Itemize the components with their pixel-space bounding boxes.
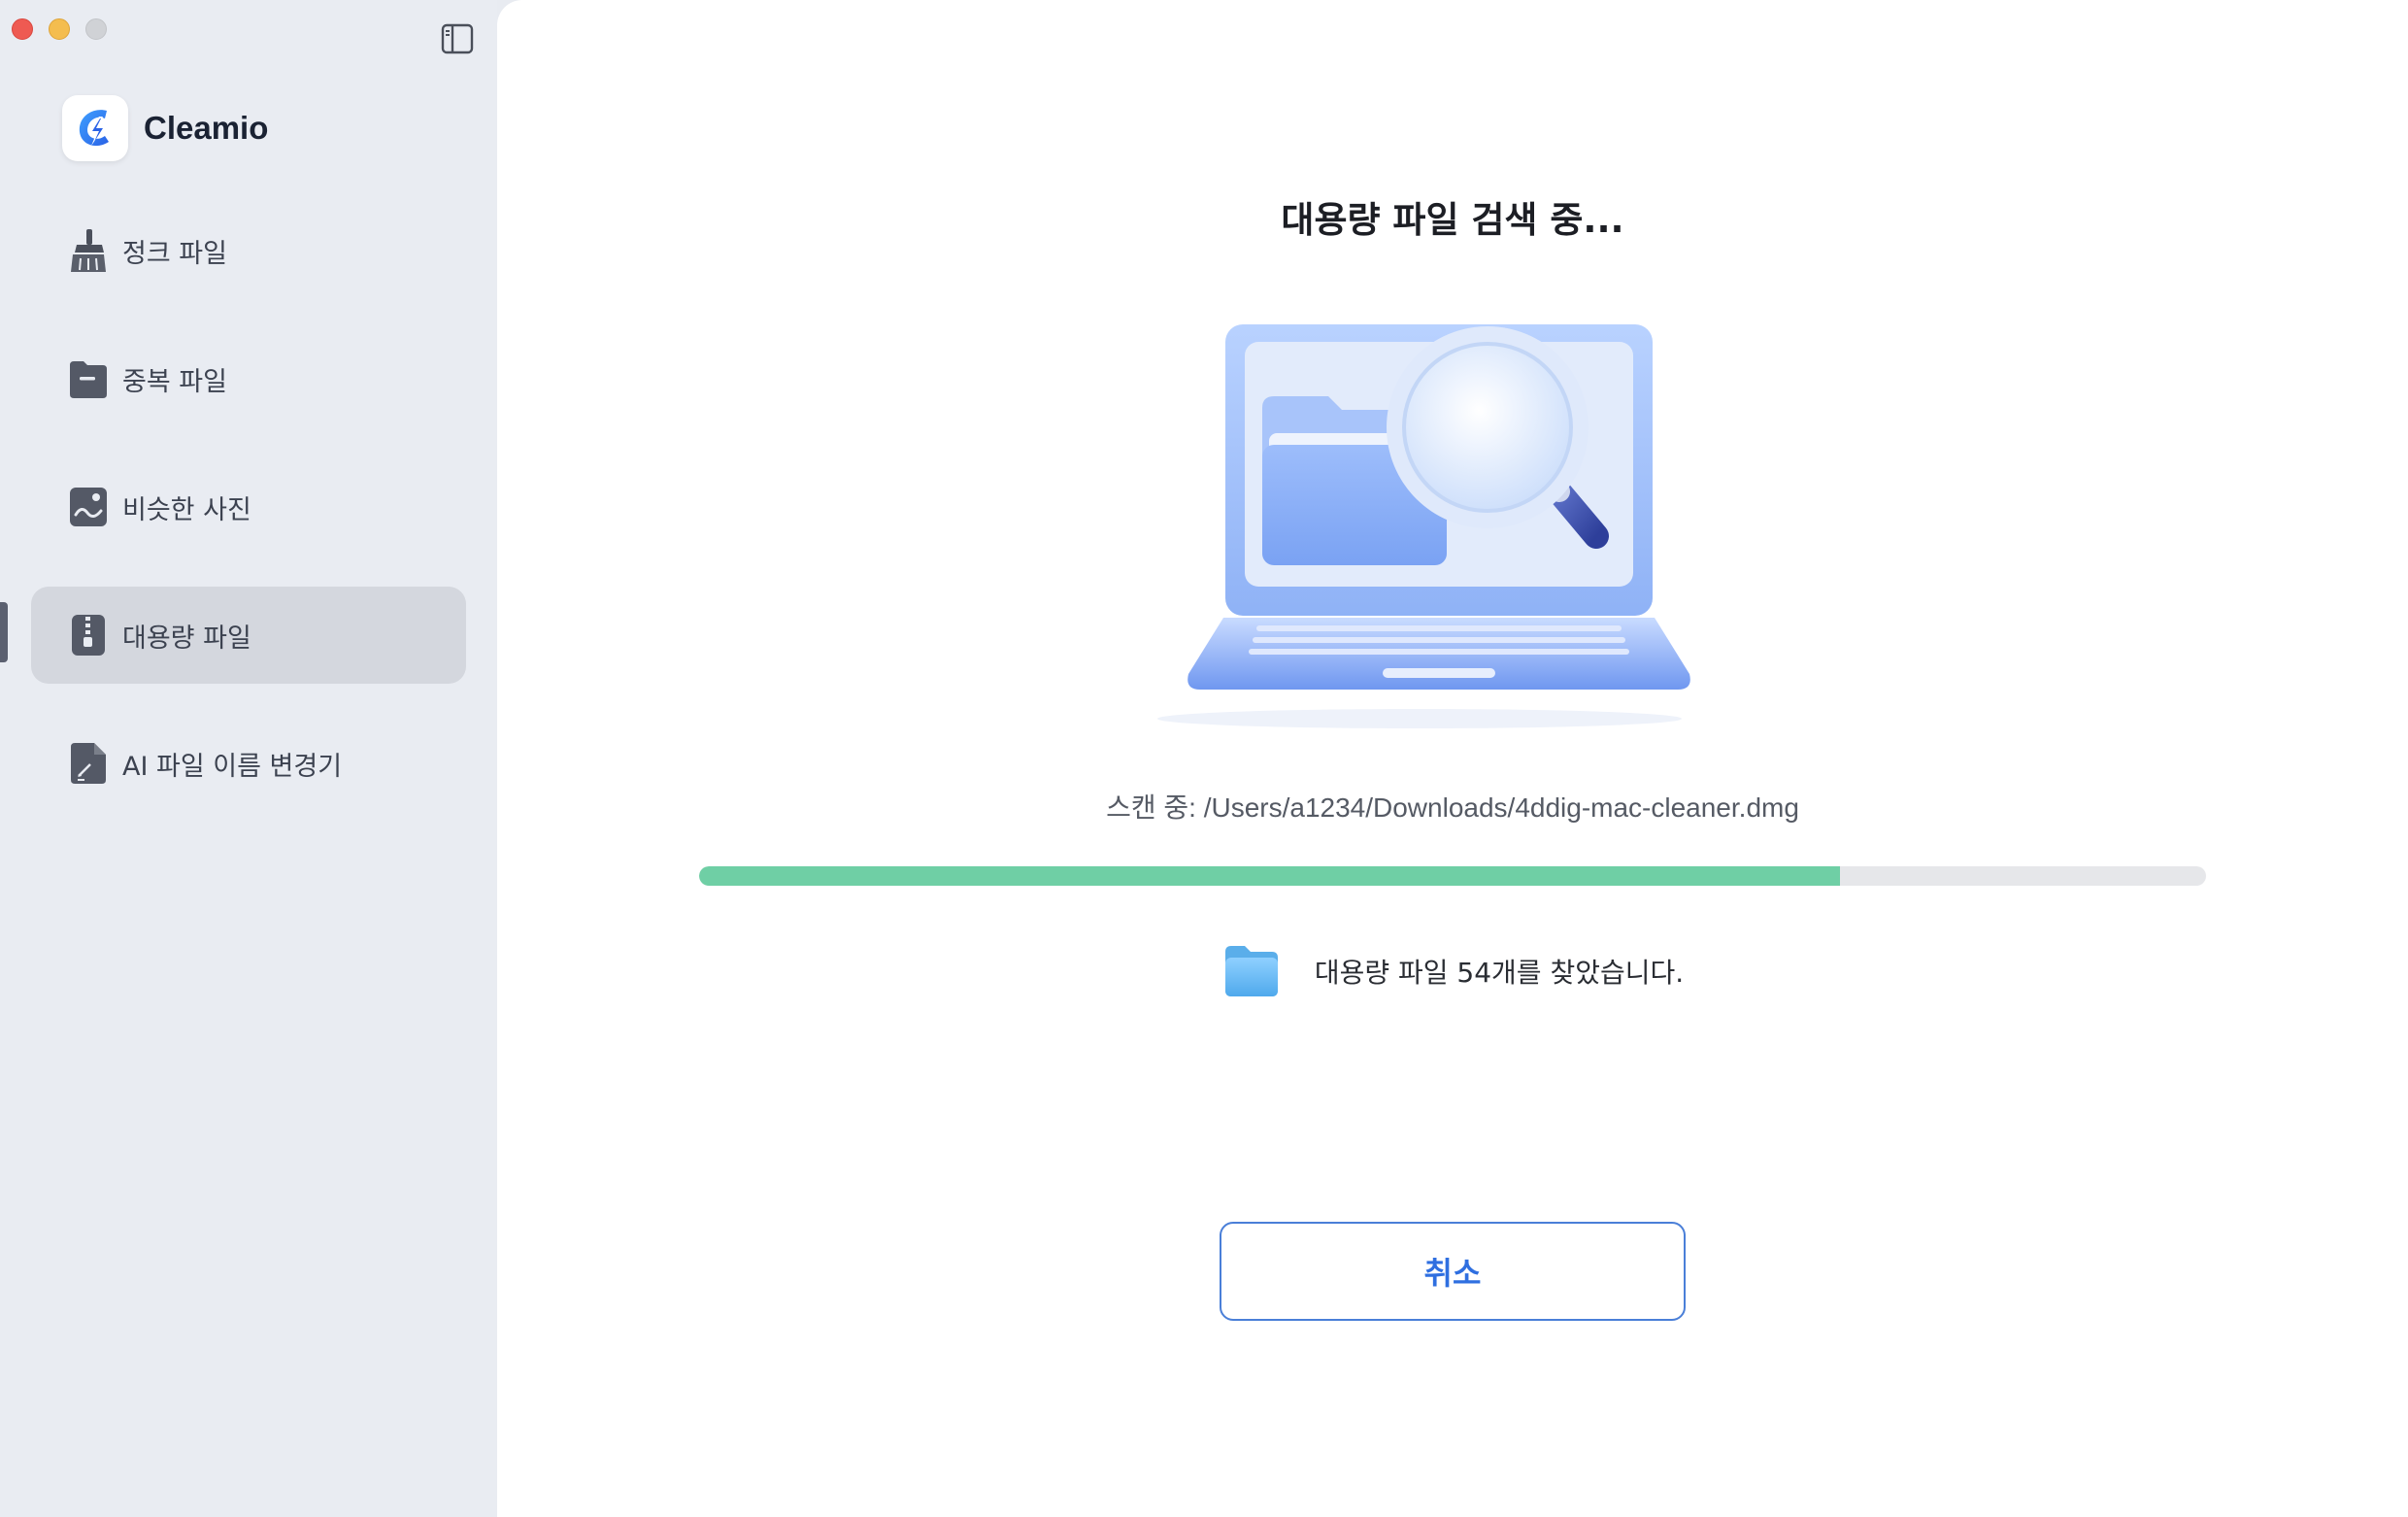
- sidebar-item-large-files[interactable]: 대용량 파일: [31, 587, 466, 684]
- minimize-window-button[interactable]: [49, 18, 70, 40]
- scan-progress-bar: [699, 866, 2206, 886]
- scan-progress-fill: [699, 866, 1840, 886]
- found-files-text: 대용량 파일 54개를 찾았습니다.: [1314, 957, 1685, 989]
- app-window: Cleamio 정크 파일 중복 파일 비슷한 사진 대용량 파일 AI 파일 …: [0, 0, 2408, 1517]
- sidebar-item-similar-photos[interactable]: 비슷한 사진: [31, 458, 466, 556]
- file-rename-icon: [68, 740, 109, 787]
- folder-icon: [1221, 942, 1282, 1000]
- laptop-search-illustration: [1002, 282, 1895, 748]
- folder-minus-icon: [68, 355, 109, 402]
- brand: Cleamio: [62, 95, 268, 161]
- sidebar: Cleamio 정크 파일 중복 파일 비슷한 사진 대용량 파일 AI 파일 …: [0, 0, 497, 1517]
- photo-icon: [68, 484, 109, 530]
- found-files-row: 대용량 파일 54개를 찾았습니다.: [497, 942, 2408, 1000]
- sidebar-item-label: 비슷한 사진: [122, 494, 251, 525]
- zoom-window-button[interactable]: [85, 18, 107, 40]
- sidebar-nav: 정크 파일 중복 파일 비슷한 사진 대용량 파일 AI 파일 이름 변경기: [31, 202, 466, 843]
- sidebar-item-label: 중복 파일: [122, 366, 227, 397]
- close-window-button[interactable]: [12, 18, 33, 40]
- sidebar-item-duplicate-files[interactable]: 중복 파일: [31, 330, 466, 427]
- cleamio-logo-icon: [62, 95, 128, 161]
- zip-file-icon: [68, 612, 109, 658]
- scan-status-text: 스캔 중: /Users/a1234/Downloads/4ddig-mac-c…: [1106, 792, 1799, 823]
- sidebar-item-label: 대용량 파일: [122, 623, 251, 654]
- sidebar-toggle-icon[interactable]: [441, 23, 474, 54]
- active-nav-marker: [0, 602, 8, 662]
- cancel-button[interactable]: 취소: [1220, 1222, 1686, 1321]
- sidebar-item-label: 정크 파일: [122, 238, 227, 269]
- main-panel: 대용량 파일 검색 중... 스캔 중: /Users/a1234/Downlo…: [497, 0, 2408, 1517]
- brand-name: Cleamio: [144, 110, 269, 146]
- page-title: 대용량 파일 검색 중...: [1281, 199, 1624, 241]
- broom-icon: [68, 227, 109, 274]
- sidebar-item-ai-file-renamer[interactable]: AI 파일 이름 변경기: [31, 715, 466, 812]
- sidebar-item-label: AI 파일 이름 변경기: [122, 751, 343, 782]
- window-controls: [12, 18, 107, 40]
- sidebar-item-junk-files[interactable]: 정크 파일: [31, 202, 466, 299]
